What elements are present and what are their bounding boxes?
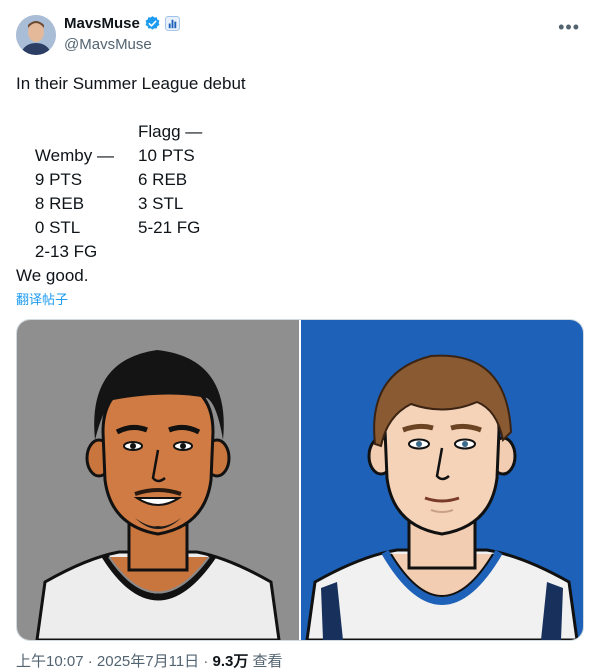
tweet-header: MavsMuse @MavsMuse ••• [16, 13, 580, 57]
stat-right: 5-21 FG [138, 218, 201, 237]
stat-row: 2-13 FG 5-21 FG [16, 216, 246, 261]
stat-row: 0 STL 3 STL [16, 192, 246, 237]
media-image-flagg[interactable] [301, 320, 583, 640]
view-count: 9.3万 [212, 653, 249, 670]
name-row: MavsMuse [64, 15, 180, 32]
stat-right: 10 PTS [138, 146, 195, 165]
media-image-wemby[interactable] [17, 320, 299, 640]
stat-right: 6 REB [138, 170, 188, 189]
footer-separator: · [83, 653, 97, 670]
wemby-illustration [35, 350, 281, 640]
stat-row: 8 REB 6 REB [16, 168, 246, 213]
tweet-time[interactable]: 上午10:07 [16, 653, 84, 670]
tweet-text: In their Summer League debut Wemby — Fla… [16, 72, 246, 288]
more-dots-icon[interactable]: ••• [558, 17, 580, 38]
tweet-intro: In their Summer League debut [16, 74, 246, 93]
translate-post-link[interactable]: 翻译帖子 [16, 289, 68, 308]
user-handle[interactable]: @MavsMuse [64, 36, 152, 53]
verified-badge-icon [144, 15, 161, 32]
stat-row: 9 PTS 10 PTS [16, 144, 246, 189]
views-label: 查看 [248, 653, 283, 670]
stat-row: Wemby — Flagg — [16, 120, 246, 165]
media-grid [16, 319, 584, 641]
stat-right: 3 STL [138, 194, 184, 213]
stat-right: Flagg — [138, 122, 203, 141]
tweet-closing: We good. [16, 266, 89, 285]
avatar[interactable] [16, 15, 56, 55]
tweet-date[interactable]: 2025年7月11日 [97, 653, 199, 670]
bar-chart-label-icon [164, 16, 180, 31]
avatar-image [16, 15, 56, 55]
display-name[interactable]: MavsMuse [64, 15, 140, 32]
stat-left: 2-13 FG [34, 242, 98, 261]
flagg-illustration [305, 354, 579, 640]
tweet-footer: 上午10:07 · 2025年7月11日 · 9.3万 查看 [16, 650, 283, 671]
footer-separator: · [199, 653, 213, 670]
